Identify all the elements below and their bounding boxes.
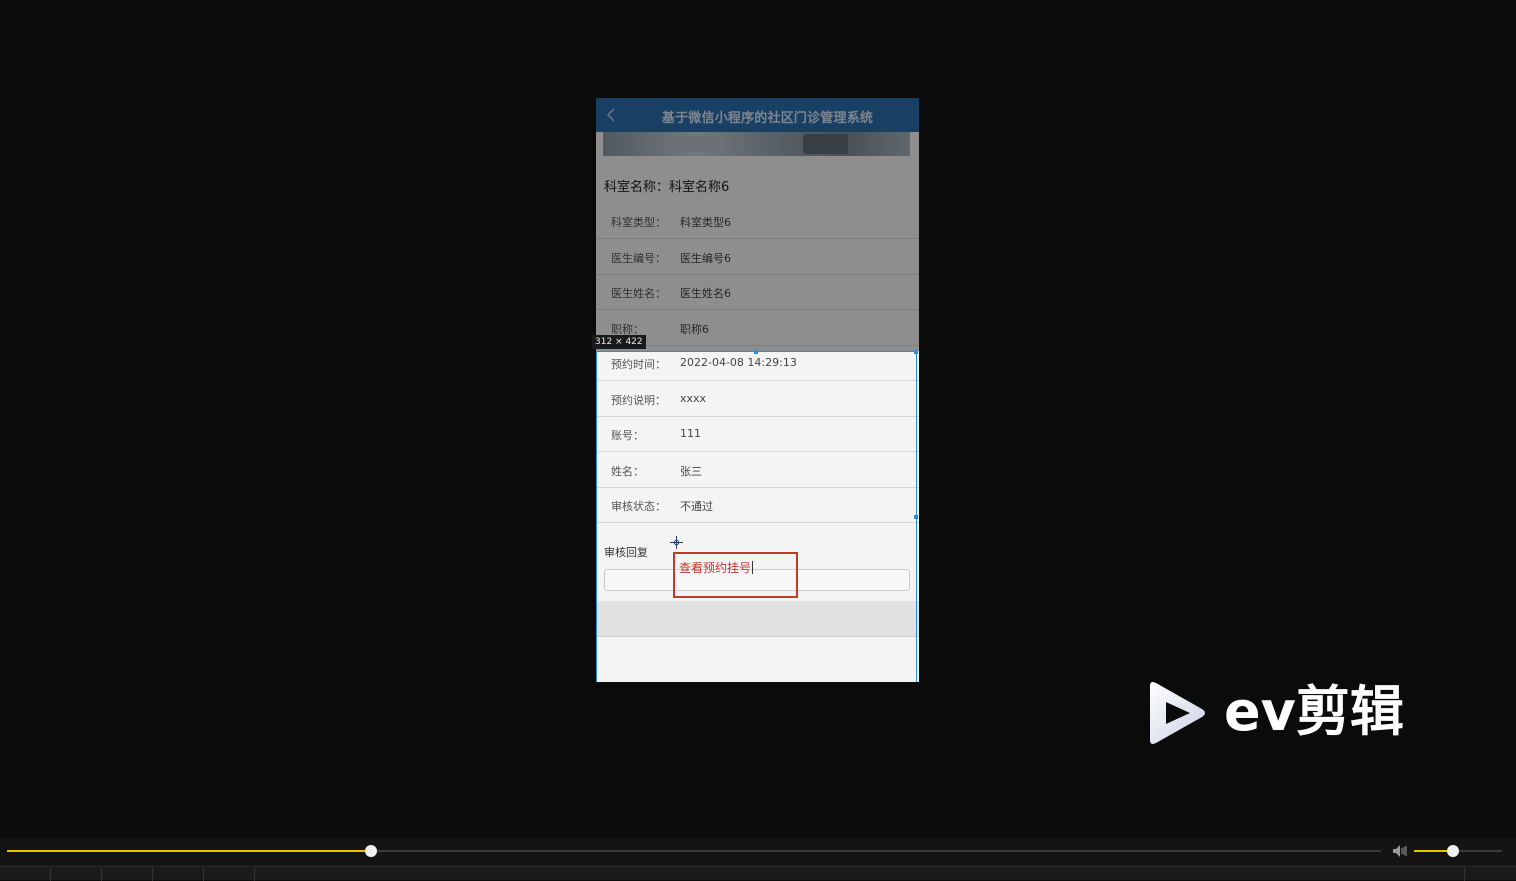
app-header: 基于微信小程序的社区门诊管理系统 bbox=[596, 98, 919, 132]
back-arrow-icon[interactable] bbox=[604, 106, 618, 124]
volume-thumb[interactable] bbox=[1446, 845, 1459, 857]
field-label: 预约时间： bbox=[611, 358, 666, 371]
field-label: 账号： bbox=[611, 429, 644, 442]
field-label: 科室类型： bbox=[611, 216, 666, 229]
progress-thumb[interactable] bbox=[365, 845, 378, 857]
field-value: 医生姓名6 bbox=[680, 287, 731, 300]
field-value: 不通过 bbox=[680, 500, 713, 513]
video-stage: 基于微信小程序的社区门诊管理系统 科室名称：科室名称6 科室类型： 科室类型6 … bbox=[0, 0, 1516, 816]
timeline-divider bbox=[152, 867, 153, 881]
field-row-doctor-name: 医生姓名： 医生姓名6 bbox=[596, 275, 919, 310]
review-reply-label: 审核回复 bbox=[604, 546, 648, 559]
ev-watermark: ev剪辑 bbox=[1146, 680, 1436, 746]
timeline-strip bbox=[0, 866, 1516, 881]
timeline-divider bbox=[50, 867, 51, 881]
field-value: 111 bbox=[680, 427, 701, 440]
ev-play-logo-icon bbox=[1150, 682, 1205, 744]
field-label: 姓名： bbox=[611, 465, 644, 478]
progress-fill bbox=[7, 850, 372, 852]
field-value: 张三 bbox=[680, 465, 702, 478]
timeline-divider bbox=[1464, 867, 1465, 881]
field-row-name: 姓名： 张三 bbox=[596, 453, 919, 488]
submit-bar[interactable] bbox=[596, 601, 919, 637]
progress-bar[interactable] bbox=[7, 845, 1381, 857]
department-title: 科室名称：科室名称6 bbox=[604, 176, 729, 195]
field-value: 科室类型6 bbox=[680, 216, 731, 229]
field-value: 职称6 bbox=[680, 323, 709, 336]
timeline-divider bbox=[203, 867, 204, 881]
text-caret bbox=[752, 561, 754, 574]
timeline-divider bbox=[101, 867, 102, 881]
selection-size-badge: 312 × 422 bbox=[592, 335, 646, 349]
watermark-text: ev剪辑 bbox=[1224, 680, 1404, 743]
app-title: 基于微信小程序的社区门诊管理系统 bbox=[661, 111, 874, 126]
player-controls bbox=[0, 816, 1516, 881]
field-row-department-type: 科室类型： 科室类型6 bbox=[596, 204, 919, 239]
field-value: 医生编号6 bbox=[680, 252, 731, 265]
banner-image bbox=[603, 132, 910, 156]
crosshair-cursor-icon bbox=[670, 536, 683, 549]
field-value: 2022-04-08 14:29:13 bbox=[680, 356, 797, 369]
timeline-divider bbox=[254, 867, 255, 881]
field-row-doctor-id: 医生编号： 医生编号6 bbox=[596, 240, 919, 275]
field-row-appointment-time: 预约时间： 2022-04-08 14:29:13 bbox=[596, 346, 919, 381]
department-title-label: 科室名称： bbox=[604, 180, 670, 195]
field-row-account: 账号： 111 bbox=[596, 417, 919, 452]
annotation-text-box[interactable]: 查看预约挂号 bbox=[673, 552, 798, 598]
field-label: 预约说明： bbox=[611, 394, 666, 407]
field-label: 审核状态： bbox=[611, 500, 666, 513]
field-label: 医生编号： bbox=[611, 252, 666, 265]
volume-icon[interactable] bbox=[1392, 844, 1408, 858]
volume-slider[interactable] bbox=[1414, 845, 1502, 857]
player-top-strip bbox=[0, 816, 1516, 838]
field-row-review-status: 审核状态： 不通过 bbox=[596, 488, 919, 523]
department-title-value: 科室名称6 bbox=[669, 180, 730, 195]
field-row-appointment-note: 预约说明： xxxx bbox=[596, 382, 919, 417]
field-value: xxxx bbox=[680, 392, 707, 405]
annotation-text: 查看预约挂号 bbox=[679, 561, 752, 575]
annotation-text-wrapper: 查看预约挂号 bbox=[679, 559, 754, 576]
field-label: 医生姓名： bbox=[611, 287, 666, 300]
